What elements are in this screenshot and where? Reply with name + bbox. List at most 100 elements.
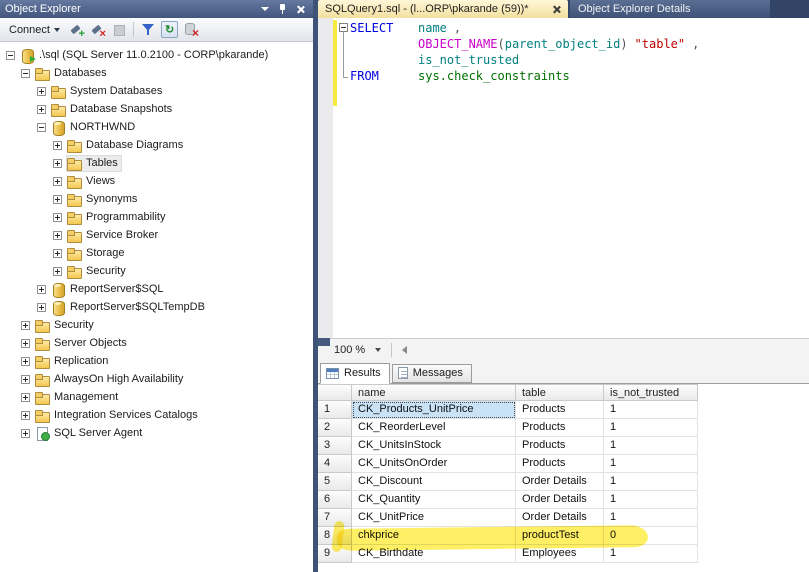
tree-item-database-diagrams[interactable]: Database Diagrams (0, 136, 313, 154)
cell-name[interactable]: CK_UnitsInStock (352, 437, 516, 455)
row-number[interactable]: 8 (318, 527, 352, 545)
cell-name[interactable]: chkprice (352, 527, 516, 545)
cell-name[interactable]: CK_Quantity (352, 491, 516, 509)
expand-icon[interactable] (53, 267, 62, 276)
cell-is-not-trusted[interactable]: 1 (604, 545, 698, 563)
expand-icon[interactable] (53, 249, 62, 258)
expand-icon[interactable] (53, 231, 62, 240)
pin-icon[interactable] (276, 3, 290, 15)
tree-item-database-snapshots[interactable]: Database Snapshots (0, 100, 313, 118)
stop-icon[interactable] (110, 21, 127, 38)
expand-icon[interactable] (53, 195, 62, 204)
tab-messages[interactable]: Messages (392, 364, 472, 383)
cell-table[interactable]: Order Details (516, 473, 604, 491)
cell-table[interactable]: productTest (516, 527, 604, 545)
collapse-icon[interactable] (37, 123, 46, 132)
cell-table[interactable]: Employees (516, 545, 604, 563)
cell-table[interactable]: Products (516, 419, 604, 437)
tree-item-tables[interactable]: Tables (0, 154, 313, 172)
cell-name[interactable]: CK_Products_UnitPrice (352, 401, 516, 419)
close-icon[interactable] (294, 3, 308, 15)
expand-icon[interactable] (53, 177, 62, 186)
row-number[interactable]: 7 (318, 509, 352, 527)
expand-icon[interactable] (21, 339, 30, 348)
expand-icon[interactable] (21, 321, 30, 330)
tab-sqlquery1[interactable]: SQLQuery1.sql - (l...ORP\pkarande (59))* (318, 0, 568, 18)
cell-name[interactable]: CK_ReorderLevel (352, 419, 516, 437)
cell-table[interactable]: Products (516, 401, 604, 419)
tree-item-reportserver-sqltempdb[interactable]: ReportServer$SQLTempDB (0, 298, 313, 316)
row-number[interactable]: 2 (318, 419, 352, 437)
cell-name[interactable]: CK_UnitsOnOrder (352, 455, 516, 473)
cell-is-not-trusted[interactable]: 1 (604, 437, 698, 455)
scroll-left-arrow-icon[interactable] (402, 346, 407, 354)
tree-item-integration-services-catalogs[interactable]: Integration Services Catalogs (0, 406, 313, 424)
code-fold-collapse-icon[interactable] (339, 23, 348, 32)
tab-results[interactable]: Results (320, 363, 390, 384)
tree-item-sql-server-agent[interactable]: SQL Server Agent (0, 424, 313, 442)
expand-icon[interactable] (53, 159, 62, 168)
row-number[interactable]: 6 (318, 491, 352, 509)
row-number[interactable]: 9 (318, 545, 352, 563)
close-icon[interactable] (552, 5, 561, 14)
tree-item-alwayson-high-availability[interactable]: AlwaysOn High Availability (0, 370, 313, 388)
tree-item-northwnd[interactable]: NORTHWND (0, 118, 313, 136)
expand-icon[interactable] (21, 429, 30, 438)
disconnect-icon[interactable] (89, 21, 106, 38)
expand-icon[interactable] (53, 213, 62, 222)
splitter-grip[interactable] (318, 338, 330, 346)
grid-corner-cell[interactable] (318, 384, 352, 401)
row-number[interactable]: 5 (318, 473, 352, 491)
cell-name[interactable]: CK_UnitPrice (352, 509, 516, 527)
expand-icon[interactable] (53, 141, 62, 150)
tree-item-security-db[interactable]: Security (0, 262, 313, 280)
row-number[interactable]: 3 (318, 437, 352, 455)
cell-is-not-trusted[interactable]: 1 (604, 509, 698, 527)
cell-is-not-trusted[interactable]: 1 (604, 419, 698, 437)
tree-item-service-broker[interactable]: Service Broker (0, 226, 313, 244)
cell-is-not-trusted[interactable]: 1 (604, 473, 698, 491)
row-number[interactable]: 1 (318, 401, 352, 419)
expand-icon[interactable] (21, 375, 30, 384)
cell-is-not-trusted[interactable]: 0 (604, 527, 698, 545)
cell-is-not-trusted[interactable]: 1 (604, 401, 698, 419)
column-header-is-not-trusted[interactable]: is_not_trusted (604, 384, 698, 401)
column-header-table[interactable]: table (516, 384, 604, 401)
expand-icon[interactable] (37, 87, 46, 96)
column-header-name[interactable]: name (352, 384, 516, 401)
tree-item-server-objects[interactable]: Server Objects (0, 334, 313, 352)
refresh-icon[interactable] (161, 21, 178, 38)
tree-item-programmability[interactable]: Programmability (0, 208, 313, 226)
cell-table[interactable]: Order Details (516, 509, 604, 527)
expand-icon[interactable] (37, 303, 46, 312)
tree-item-management[interactable]: Management (0, 388, 313, 406)
expand-icon[interactable] (37, 105, 46, 114)
expand-icon[interactable] (21, 393, 30, 402)
tab-object-explorer-details[interactable]: Object Explorer Details (570, 0, 770, 18)
connect-button[interactable]: Connect (5, 23, 64, 37)
tree-item-storage[interactable]: Storage (0, 244, 313, 262)
expand-icon[interactable] (21, 411, 30, 420)
collapse-icon[interactable] (6, 51, 15, 60)
chevron-down-icon[interactable] (258, 3, 272, 15)
expand-icon[interactable] (21, 357, 30, 366)
filter-icon[interactable] (140, 21, 157, 38)
tree-item-views[interactable]: Views (0, 172, 313, 190)
cell-is-not-trusted[interactable]: 1 (604, 491, 698, 509)
cell-name[interactable]: CK_Discount (352, 473, 516, 491)
cell-table[interactable]: Products (516, 437, 604, 455)
tree-item-reportserver-sql[interactable]: ReportServer$SQL (0, 280, 313, 298)
tree-item-synonyms[interactable]: Synonyms (0, 190, 313, 208)
tree-item-system-databases[interactable]: System Databases (0, 82, 313, 100)
tree-item-databases[interactable]: Databases (0, 64, 313, 82)
connect-icon[interactable] (68, 21, 85, 38)
sql-code[interactable]: SELECTname, OBJECT_NAME(parent_object_id… (350, 20, 699, 84)
expand-icon[interactable] (37, 285, 46, 294)
cell-table[interactable]: Order Details (516, 491, 604, 509)
cell-table[interactable]: Products (516, 455, 604, 473)
row-number[interactable]: 4 (318, 455, 352, 473)
tree-item-security-server[interactable]: Security (0, 316, 313, 334)
sql-editor[interactable]: SELECTname, OBJECT_NAME(parent_object_id… (318, 18, 809, 338)
collapse-icon[interactable] (21, 69, 30, 78)
disconnect-database-icon[interactable] (182, 21, 199, 38)
